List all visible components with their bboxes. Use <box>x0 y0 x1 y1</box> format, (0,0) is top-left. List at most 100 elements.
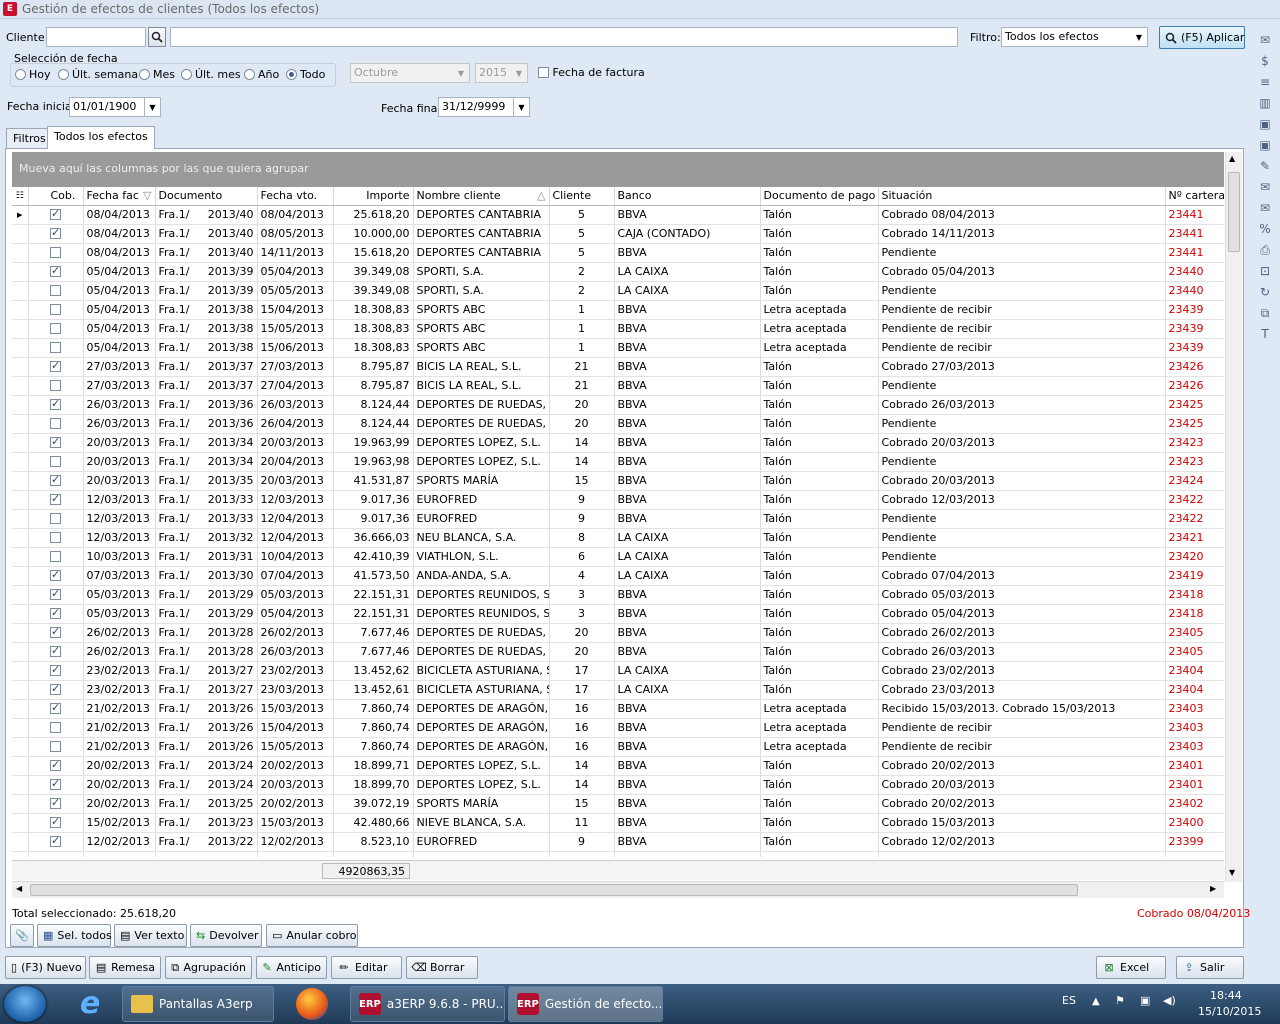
cob-checkbox[interactable] <box>28 547 84 567</box>
exit-button[interactable]: ⇪ Salir <box>1176 956 1244 979</box>
agrupacion-button[interactable]: ⧉ Agrupación <box>165 956 252 979</box>
save-as-icon[interactable]: ▣ <box>1256 136 1274 154</box>
cob-checkbox[interactable] <box>28 756 84 776</box>
cob-checkbox[interactable] <box>28 718 84 738</box>
refresh-icon[interactable]: ↻ <box>1256 283 1274 301</box>
volume-icon[interactable]: ◀) <box>1163 994 1176 1007</box>
select-all-button[interactable]: ▦ Sel. todos <box>37 924 112 947</box>
cob-checkbox[interactable] <box>28 528 84 548</box>
table-row[interactable]: 05/04/2013Fra.1/2013/3905/04/201339.349,… <box>12 262 1224 282</box>
group-by-bar[interactable]: Mueva aquí las columnas por las que quie… <box>12 152 1224 187</box>
cob-checkbox[interactable] <box>28 338 84 358</box>
cob-checkbox[interactable] <box>28 832 84 852</box>
message-icon[interactable]: ✉ <box>1256 199 1274 217</box>
table-row[interactable]: 15/02/2013Fra.1/2013/2315/03/201342.480,… <box>12 813 1224 833</box>
horizontal-scroll-thumb[interactable] <box>30 884 1078 896</box>
list-icon[interactable]: ≡ <box>1256 73 1274 91</box>
cob-checkbox[interactable] <box>28 376 84 396</box>
cob-checkbox[interactable] <box>28 490 84 510</box>
attach-button[interactable]: 📎 <box>10 924 34 947</box>
delete-button[interactable]: ⌫ Borrar <box>406 956 478 979</box>
table-row[interactable]: 08/04/2013 Fra.1/2013/40 14/11/2013 15.618,… <box>12 243 1224 263</box>
clock-time[interactable]: 18:44 <box>1210 989 1242 1002</box>
table-row[interactable]: 12/03/2013 Fra.1/2013/32 12/04/2013 36.666,… <box>12 528 1224 548</box>
table-row[interactable]: 23/02/2013Fra.1/2013/2723/02/201313.452,… <box>12 661 1224 681</box>
language-indicator[interactable]: ES <box>1062 994 1076 1007</box>
checkbox[interactable] <box>50 777 61 790</box>
checkbox[interactable] <box>50 722 61 733</box>
table-row[interactable]: 20/02/2013Fra.1/2013/2420/02/201318.899,… <box>12 756 1224 776</box>
cob-checkbox[interactable] <box>28 224 84 244</box>
checkbox[interactable] <box>50 644 61 657</box>
checkbox[interactable] <box>50 758 61 771</box>
checkbox[interactable] <box>50 323 61 334</box>
cob-checkbox[interactable] <box>28 262 84 282</box>
cob-checkbox[interactable] <box>28 585 84 605</box>
table-row[interactable]: 12/03/2013Fra.1/2013/3312/03/20139.017,3… <box>12 490 1224 510</box>
cob-checkbox[interactable] <box>28 357 84 377</box>
cob-checkbox[interactable] <box>28 414 84 434</box>
anticipo-button[interactable]: ✎ Anticipo <box>256 956 327 979</box>
checkbox[interactable] <box>50 815 61 828</box>
scroll-down-icon[interactable]: ▼ <box>1229 868 1235 877</box>
new-button[interactable]: ▯ (F3) Nuevo <box>5 956 86 979</box>
clock-date[interactable]: 15/10/2015 <box>1198 1005 1261 1018</box>
taskbar-gestion[interactable]: ERP Gestión de efecto... <box>508 986 663 1022</box>
radio-todo[interactable]: Todo <box>286 68 325 81</box>
table-row[interactable]: 05/04/2013 Fra.1/2013/38 15/05/2013 18.308,… <box>12 319 1224 339</box>
cob-checkbox[interactable] <box>28 680 84 700</box>
lock-icon[interactable]: ⊡ <box>1256 262 1274 280</box>
calendar-dropdown-icon[interactable]: ▼ <box>144 98 160 116</box>
tab-todos-los-efectos[interactable]: Todos los efectos <box>47 126 155 149</box>
checkbox[interactable] <box>50 226 61 239</box>
cob-checkbox[interactable] <box>28 623 84 643</box>
edit-button[interactable]: ✏ Editar <box>331 956 402 979</box>
table-row[interactable]: 27/03/2013 Fra.1/2013/37 27/04/2013 8.795,8… <box>12 376 1224 396</box>
checkbox[interactable] <box>50 796 61 809</box>
table-row[interactable]: ▶08/04/2013Fra.1/2013/4008/04/201325.618… <box>12 205 1224 225</box>
cob-checkbox[interactable] <box>28 737 84 757</box>
col-documento-pago[interactable]: Documento de pago <box>760 187 879 206</box>
checkbox[interactable] <box>50 513 61 524</box>
checkbox[interactable] <box>50 304 61 315</box>
cliente-input[interactable] <box>46 27 146 47</box>
return-button[interactable]: ⇆ Devolver <box>190 924 262 947</box>
format-icon[interactable]: T <box>1256 325 1274 343</box>
checkbox[interactable] <box>50 834 61 847</box>
internet-explorer-icon[interactable]: e <box>72 988 108 1020</box>
filter-icon[interactable]: ▽ <box>143 189 151 202</box>
vertical-scrollbar[interactable]: ▲ ▼ <box>1225 152 1242 882</box>
table-row[interactable]: 07/03/2013Fra.1/2013/3007/04/201341.573,… <box>12 566 1224 586</box>
vertical-scroll-thumb[interactable] <box>1228 172 1240 252</box>
col-situacion[interactable]: Situación <box>878 187 1166 206</box>
cliente-search-button[interactable] <box>148 27 166 47</box>
cob-checkbox[interactable] <box>28 433 84 453</box>
checkbox[interactable] <box>50 568 61 581</box>
col-cob[interactable]: Cob. <box>28 187 84 206</box>
cob-checkbox[interactable] <box>28 509 84 529</box>
col-cliente[interactable]: Cliente <box>549 187 615 206</box>
view-text-button[interactable]: ▤ Ver texto <box>114 924 187 947</box>
cancel-collection-button[interactable]: ▭ Anular cobro <box>266 924 358 947</box>
checkbox[interactable] <box>50 625 61 638</box>
checkbox[interactable] <box>50 492 61 505</box>
cob-checkbox[interactable] <box>28 699 84 719</box>
table-row[interactable]: 20/03/2013Fra.1/2013/3520/03/201341.531,… <box>12 471 1224 491</box>
excel-button[interactable]: ⊠ Excel <box>1096 956 1166 979</box>
table-row[interactable]: 20/02/2013Fra.1/2013/2520/02/201339.072,… <box>12 794 1224 814</box>
scroll-left-icon[interactable]: ◀ <box>16 884 22 893</box>
checkbox[interactable] <box>50 264 61 277</box>
envelope-icon[interactable]: ✉ <box>1256 178 1274 196</box>
checkbox[interactable] <box>50 342 61 353</box>
tray-expand-icon[interactable]: ▲ <box>1092 996 1100 1007</box>
table-row[interactable]: 05/04/2013 Fra.1/2013/39 05/05/2013 39.349,… <box>12 281 1224 301</box>
radio-ano[interactable]: Año <box>244 68 279 81</box>
print-icon[interactable]: ⎙ <box>1256 241 1274 259</box>
checkbox[interactable] <box>50 435 61 448</box>
table-row[interactable]: 26/03/2013 Fra.1/2013/36 26/04/2013 8.124,4… <box>12 414 1224 434</box>
checkbox[interactable] <box>50 380 61 391</box>
cliente-name-field[interactable] <box>170 27 958 47</box>
table-row[interactable]: 08/04/2013Fra.1/2013/4008/05/201310.000,… <box>12 224 1224 244</box>
table-row[interactable]: 05/04/2013 Fra.1/2013/38 15/06/2013 18.308,… <box>12 338 1224 358</box>
col-fecha-fac[interactable]: Fecha fac ▽ <box>83 187 156 206</box>
